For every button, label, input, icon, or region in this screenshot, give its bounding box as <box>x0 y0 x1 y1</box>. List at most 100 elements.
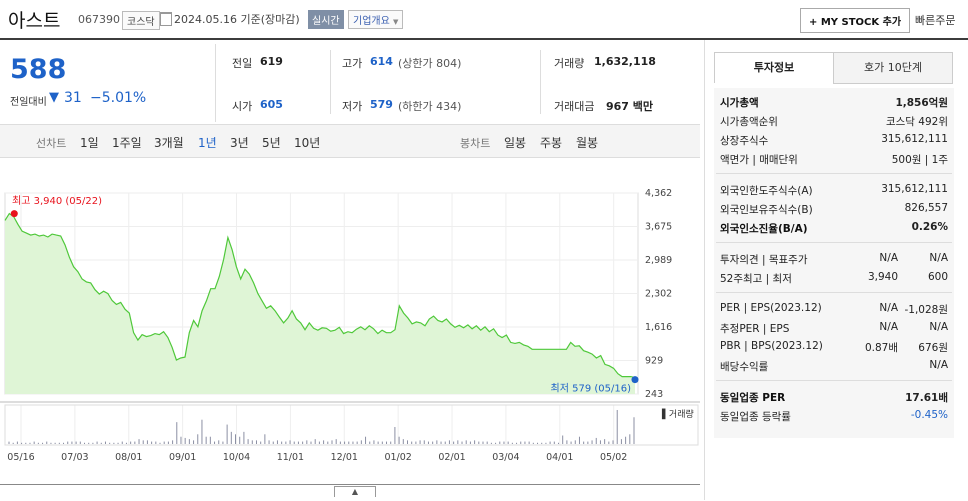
info-row: PBR | BPS(2023.12) 0.87배 676원 <box>720 340 948 356</box>
info-row: 추정PER | EPS N/A N/A <box>720 321 948 337</box>
info-row: 시가총액순위 코스닥 492위 <box>720 114 948 130</box>
info-row-value: N/A <box>879 321 898 333</box>
info-row: 상장주식수 315,612,111 <box>720 133 948 149</box>
prev-close-label: 전일 <box>232 57 253 70</box>
date-text: 2024.05.16 기준(장마감) <box>174 13 300 26</box>
info-row-value: N/A <box>929 252 948 264</box>
info-row-value: N/A <box>929 321 948 333</box>
divider <box>716 380 952 381</box>
min-marker <box>631 376 639 384</box>
amount-label: 거래대금 <box>554 100 595 113</box>
info-row: 외국인한도주식수(A) 315,612,111 <box>720 183 948 199</box>
realtime-badge[interactable]: 실시간 <box>308 10 344 29</box>
info-row: 동일업종 등락률 -0.45% <box>720 409 948 425</box>
down-arrow-icon: ▼ <box>49 90 59 105</box>
high-value: 614 <box>370 55 393 68</box>
line-chart-label: 선차트 <box>36 137 67 150</box>
period-tab[interactable]: 3개월 <box>154 134 184 151</box>
upper-limit: (상한가 804) <box>398 57 462 70</box>
y-tick-label: 1,616 <box>645 322 672 333</box>
info-row-value: 600 <box>927 271 948 283</box>
current-price: 588 <box>10 54 67 85</box>
period-tab[interactable]: 1년 <box>198 134 217 151</box>
volume-area <box>4 404 699 446</box>
x-tick-label: 07/03 <box>61 452 88 463</box>
change-label: 전일대비 <box>10 97 47 108</box>
y-tick-label: 243 <box>645 389 663 400</box>
collapse-toggle-icon[interactable]: ▲ <box>334 486 376 497</box>
quick-order-link[interactable]: 빠른주문 <box>915 12 955 28</box>
info-row-label: 외국인소진율(B/A) <box>720 223 808 235</box>
candle-tab[interactable]: 월봉 <box>576 134 598 151</box>
y-tick-label: 3,675 <box>645 222 672 233</box>
candle-tab[interactable]: 일봉 <box>504 134 526 151</box>
price-chart[interactable]: 05/16 07/03 08/01 09/01 10/04 11/01 12/01 01/02… <box>0 158 700 488</box>
info-row-value: N/A <box>879 302 898 314</box>
period-tab[interactable]: 1주일 <box>112 134 142 151</box>
period-tab[interactable]: 5년 <box>262 134 281 151</box>
info-row-label: 52주최고 | 최저 <box>720 273 792 285</box>
volume-value: 1,632,118 <box>594 55 656 68</box>
info-row-value: 0.87배 <box>864 342 898 354</box>
x-tick-label: 05/16 <box>7 452 34 463</box>
divider <box>716 242 952 243</box>
divider <box>330 50 331 114</box>
calendar-icon <box>160 12 172 26</box>
change-percent: −5.01% <box>90 90 147 106</box>
chevron-down-icon: ▼ <box>393 18 399 26</box>
info-row-value: 826,557 <box>904 202 948 214</box>
info-row-value: 676원 <box>918 342 948 354</box>
divider <box>215 44 216 122</box>
x-tick-label: 04/01 <box>546 452 573 463</box>
tab-order-book[interactable]: 호가 10단계 <box>833 52 953 84</box>
period-tab[interactable]: 1일 <box>80 134 99 151</box>
y-tick-label: 929 <box>645 356 663 367</box>
volume-legend: ▌거래량 <box>661 408 694 420</box>
stock-name: 아스트 <box>8 10 61 32</box>
info-row: 배당수익률 N/A <box>720 359 948 375</box>
x-tick-label: 12/01 <box>331 452 358 463</box>
market-badge: 코스닥 <box>122 11 160 30</box>
info-row-value: 1,856억원 <box>895 97 948 109</box>
info-row-label: 상장주식수 <box>720 135 769 147</box>
company-overview-dropdown[interactable]: 기업개요 ▼ <box>348 10 404 29</box>
x-tick-label: 09/01 <box>169 452 196 463</box>
candle-tab[interactable]: 주봉 <box>540 134 562 151</box>
info-row-label: 시가총액순위 <box>720 116 778 128</box>
info-row-label: 동일업종 등락률 <box>720 411 791 423</box>
y-tick-label: 4,362 <box>645 188 672 199</box>
info-row: 동일업종 PER 17.61배 <box>720 390 948 406</box>
info-row-value: 315,612,111 <box>881 183 948 195</box>
info-row: 외국인소진율(B/A) 0.26% <box>720 221 948 237</box>
info-row-label: PBR | BPS(2023.12) <box>720 340 823 352</box>
info-row-value: -0.45% <box>910 409 948 421</box>
divider <box>540 50 541 114</box>
my-stock-add-button[interactable]: + MY STOCK 추가 <box>800 8 911 33</box>
info-row-label: 동일업종 PER <box>720 392 786 404</box>
info-row-value: 코스닥 492위 <box>885 116 948 128</box>
info-row: 시가총액 1,856억원 <box>720 95 948 111</box>
prev-close-value: 619 <box>260 55 283 68</box>
info-row-value: 0.26% <box>911 221 948 233</box>
period-tab[interactable]: 10년 <box>294 134 320 151</box>
y-tick-label: 2,302 <box>645 289 672 300</box>
period-tab[interactable]: 3년 <box>230 134 249 151</box>
max-label: 최고 3,940 (05/22) <box>12 195 102 207</box>
info-row-label: 외국인한도주식수(A) <box>720 185 813 197</box>
volume-label: 거래량 <box>554 57 585 70</box>
max-marker <box>10 210 18 218</box>
info-row: PER | EPS(2023.12) N/A -1,028원 <box>720 302 948 318</box>
info-row: 액면가 | 매매단위 500원 | 1주 <box>720 152 948 168</box>
x-tick-label: 02/01 <box>438 452 465 463</box>
x-tick-label: 03/04 <box>492 452 519 463</box>
company-overview-label: 기업개요 <box>353 16 390 27</box>
divider <box>716 173 952 174</box>
info-row-value: 3,940 <box>867 271 898 283</box>
x-tick-label: 05/02 <box>600 452 627 463</box>
info-row-value: 315,612,111 <box>881 133 948 145</box>
low-value: 579 <box>370 98 393 111</box>
low-label: 저가 <box>342 100 363 113</box>
min-label: 최저 579 (05/16) <box>551 383 632 395</box>
tab-investment-info[interactable]: 투자정보 <box>714 52 834 83</box>
x-tick-label: 08/01 <box>115 452 142 463</box>
